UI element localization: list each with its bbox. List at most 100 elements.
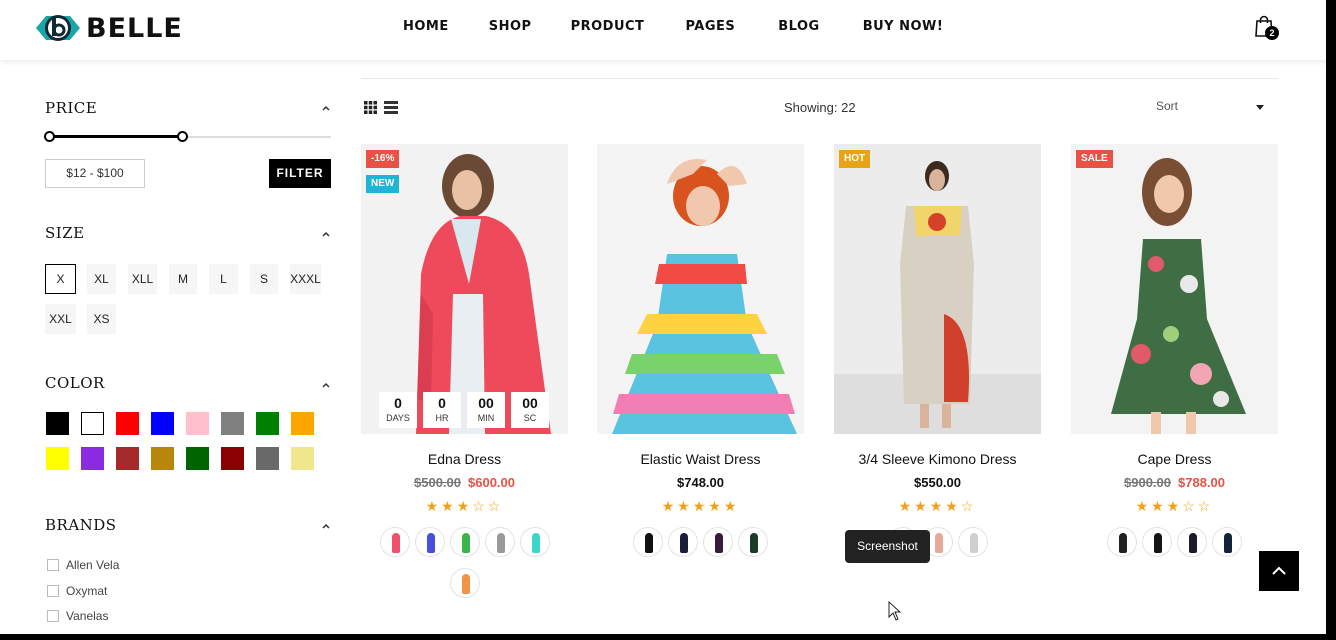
size-option-x[interactable]: X <box>45 264 76 294</box>
chevron-up-icon[interactable] <box>321 521 331 531</box>
brands-filter-title[interactable]: BRANDS <box>45 516 117 534</box>
sale-price: $788.00 <box>1178 475 1225 490</box>
variant-swatch[interactable] <box>379 527 410 557</box>
variant-swatch[interactable] <box>957 527 988 557</box>
star-filled-icon: ★ <box>1151 498 1167 514</box>
size-filter-title[interactable]: SIZE <box>45 224 85 242</box>
variant-swatch[interactable] <box>738 527 768 557</box>
variant-swatch[interactable] <box>414 527 445 557</box>
variant-swatch[interactable] <box>668 527 698 557</box>
star-filled-icon: ★ <box>425 498 442 514</box>
variant-swatch[interactable] <box>449 527 480 557</box>
product-price: $550.00 <box>834 475 1041 490</box>
color-swatch[interactable] <box>186 447 209 470</box>
size-option-xl[interactable]: XL <box>87 264 116 294</box>
star-rating: ★★★★☆ <box>834 498 1041 515</box>
cart-count-badge: 2 <box>1265 26 1279 40</box>
star-filled-icon: ★ <box>708 498 724 514</box>
color-swatch[interactable] <box>46 412 69 435</box>
brand-checkbox[interactable] <box>47 610 59 622</box>
star-filled-icon: ★ <box>1166 498 1183 514</box>
size-option-s[interactable]: S <box>250 264 278 294</box>
product-image[interactable]: -16% NEW 0 DAYS 0 HR 00 MIN 00 SC <box>361 144 568 434</box>
variant-swatch[interactable] <box>484 527 515 557</box>
grid-view-icon[interactable] <box>364 101 377 114</box>
variant-swatch[interactable] <box>1107 527 1137 557</box>
product-image[interactable] <box>597 144 804 434</box>
nav-buy-now[interactable]: BUY NOW! <box>863 19 944 34</box>
size-option-xs[interactable]: XS <box>87 304 116 334</box>
sale-price: $600.00 <box>468 475 515 490</box>
product-name[interactable]: 3/4 Sleeve Kimono Dress <box>834 451 1041 467</box>
variant-swatch[interactable] <box>703 527 733 557</box>
star-filled-icon: ★ <box>945 498 961 514</box>
color-swatch[interactable] <box>291 412 314 435</box>
variant-swatches <box>597 527 804 607</box>
color-filter-title[interactable]: COLOR <box>45 374 105 392</box>
color-swatch[interactable] <box>81 412 104 435</box>
nav-home[interactable]: HOME <box>403 19 449 34</box>
logo[interactable]: BELLE <box>34 10 183 46</box>
color-swatch[interactable] <box>116 447 139 470</box>
size-option-l[interactable]: L <box>209 264 238 294</box>
color-swatch[interactable] <box>186 412 209 435</box>
nav-pages[interactable]: PAGES <box>685 19 735 34</box>
variant-swatch[interactable] <box>449 568 480 598</box>
product-name[interactable]: Elastic Waist Dress <box>597 451 804 467</box>
nav-product[interactable]: PRODUCT <box>571 19 645 34</box>
color-swatch[interactable] <box>81 447 104 470</box>
list-view-icon[interactable] <box>384 101 398 114</box>
sale-countdown: 0 DAYS 0 HR 00 MIN 00 SC <box>379 392 555 428</box>
product-name[interactable]: Cape Dress <box>1071 451 1278 467</box>
old-price: $500.00 <box>414 475 461 490</box>
variant-swatch[interactable] <box>1212 527 1242 557</box>
brand-checkbox[interactable] <box>47 559 59 571</box>
brand-item[interactable]: Vanelas <box>47 609 108 623</box>
variant-swatch[interactable] <box>519 527 550 557</box>
product-image[interactable]: SALE <box>1071 144 1278 434</box>
product-image[interactable]: HOT <box>834 144 1041 434</box>
star-filled-icon: ★ <box>677 498 693 514</box>
star-filled-icon: ★ <box>723 498 740 514</box>
filter-button[interactable]: FILTER <box>269 159 331 188</box>
color-swatch[interactable] <box>221 447 244 470</box>
chevron-up-icon[interactable] <box>321 229 331 239</box>
size-option-xxxl[interactable]: XXXL <box>290 264 321 294</box>
nav-shop[interactable]: SHOP <box>489 19 532 34</box>
variant-swatch[interactable] <box>1177 527 1207 557</box>
color-swatch[interactable] <box>256 447 279 470</box>
brand-label: Vanelas <box>66 609 109 623</box>
star-filled-icon: ★ <box>929 498 946 514</box>
star-empty-icon: ☆ <box>1197 498 1214 514</box>
color-swatch[interactable] <box>151 447 174 470</box>
price-range-slider[interactable] <box>44 131 331 142</box>
mouse-pointer-icon <box>888 601 902 621</box>
price-filter-title[interactable]: PRICE <box>45 99 97 117</box>
color-swatch[interactable] <box>291 447 314 470</box>
size-option-xxl[interactable]: XXL <box>45 304 76 334</box>
variant-swatch[interactable] <box>633 527 663 557</box>
new-badge: NEW <box>366 175 400 193</box>
window-edge <box>1326 0 1336 640</box>
chevron-up-icon[interactable] <box>321 103 331 113</box>
color-swatch[interactable] <box>256 412 279 435</box>
price-min-handle[interactable] <box>44 131 55 142</box>
countdown-minutes: 00 MIN <box>467 392 505 428</box>
size-option-xll[interactable]: XLL <box>128 264 157 294</box>
color-swatch[interactable] <box>116 412 139 435</box>
chevron-up-icon[interactable] <box>321 380 331 390</box>
size-option-m[interactable]: M <box>169 264 197 294</box>
color-swatch[interactable] <box>46 447 69 470</box>
brand-checkbox[interactable] <box>47 585 59 597</box>
nav-blog[interactable]: BLOG <box>778 19 819 34</box>
scroll-to-top-button[interactable] <box>1259 551 1299 591</box>
price-max-handle[interactable] <box>177 131 188 142</box>
product-name[interactable]: Edna Dress <box>361 451 568 467</box>
brand-item[interactable]: Oxymat <box>47 584 107 598</box>
color-swatch[interactable] <box>151 412 174 435</box>
sort-select[interactable]: Sort <box>1156 99 1268 115</box>
color-swatch[interactable] <box>221 412 244 435</box>
brand-item[interactable]: Allen Vela <box>47 558 119 572</box>
variant-swatch[interactable] <box>1142 527 1172 557</box>
cart-button[interactable]: 2 <box>1254 15 1280 41</box>
